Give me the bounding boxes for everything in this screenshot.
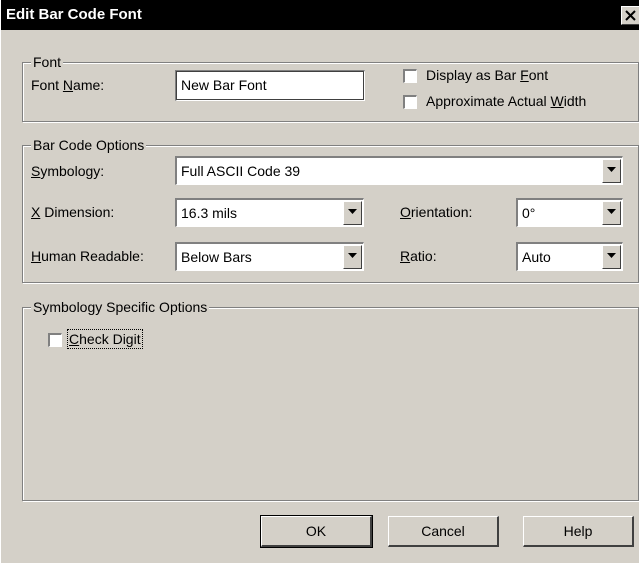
symbology-label: Symbology: <box>31 163 105 179</box>
edit-bar-code-font-dialog: Edit Bar Code Font Font Font Name: New B… <box>0 0 639 563</box>
font-group-legend: Font <box>31 54 64 70</box>
ratio-dropdown-button[interactable] <box>602 245 621 269</box>
symbology-dropdown-button[interactable] <box>602 159 621 183</box>
orientation-select[interactable]: 0° <box>516 198 623 227</box>
orientation-dropdown-button[interactable] <box>602 201 621 225</box>
cancel-button[interactable]: Cancel <box>388 516 499 547</box>
ratio-select[interactable]: Auto <box>516 242 623 271</box>
human-readable-dropdown-button[interactable] <box>343 245 362 269</box>
symbology-select[interactable]: Full ASCII Code 39 <box>175 156 623 185</box>
bar-code-options-legend: Bar Code Options <box>31 137 147 153</box>
chevron-down-icon <box>607 167 616 172</box>
display-as-bar-font-label: Display as Bar Font <box>426 67 549 83</box>
approximate-actual-width-label: Approximate Actual Width <box>426 93 587 109</box>
check-digit-label: Check Digit <box>67 329 143 349</box>
font-name-input[interactable]: New Bar Font <box>175 70 365 101</box>
check-digit-checkbox[interactable] <box>48 333 62 347</box>
x-dimension-dropdown-button[interactable] <box>343 201 362 225</box>
help-button[interactable]: Help <box>523 516 634 547</box>
chevron-down-icon <box>607 253 616 258</box>
chevron-down-icon <box>607 209 616 214</box>
ok-button[interactable]: OK <box>260 515 373 548</box>
x-dimension-select[interactable]: 16.3 mils <box>175 198 364 227</box>
chevron-down-icon <box>348 209 357 214</box>
human-readable-label: Human Readable: <box>31 248 144 264</box>
orientation-label: Orientation: <box>400 204 473 220</box>
approximate-actual-width-checkbox[interactable] <box>403 95 417 109</box>
font-name-label: Font Name: <box>31 77 105 93</box>
display-as-bar-font-checkbox[interactable] <box>403 69 417 83</box>
human-readable-select[interactable]: Below Bars <box>175 242 364 271</box>
chevron-down-icon <box>348 253 357 258</box>
ratio-label: Ratio: <box>400 248 437 264</box>
window-title: Edit Bar Code Font <box>6 6 142 23</box>
title-bar: Edit Bar Code Font <box>1 0 639 30</box>
x-dimension-label: X Dimension: <box>31 204 115 220</box>
symbology-specific-options-legend: Symbology Specific Options <box>31 299 210 315</box>
close-button[interactable] <box>621 6 639 25</box>
close-icon <box>625 10 636 21</box>
